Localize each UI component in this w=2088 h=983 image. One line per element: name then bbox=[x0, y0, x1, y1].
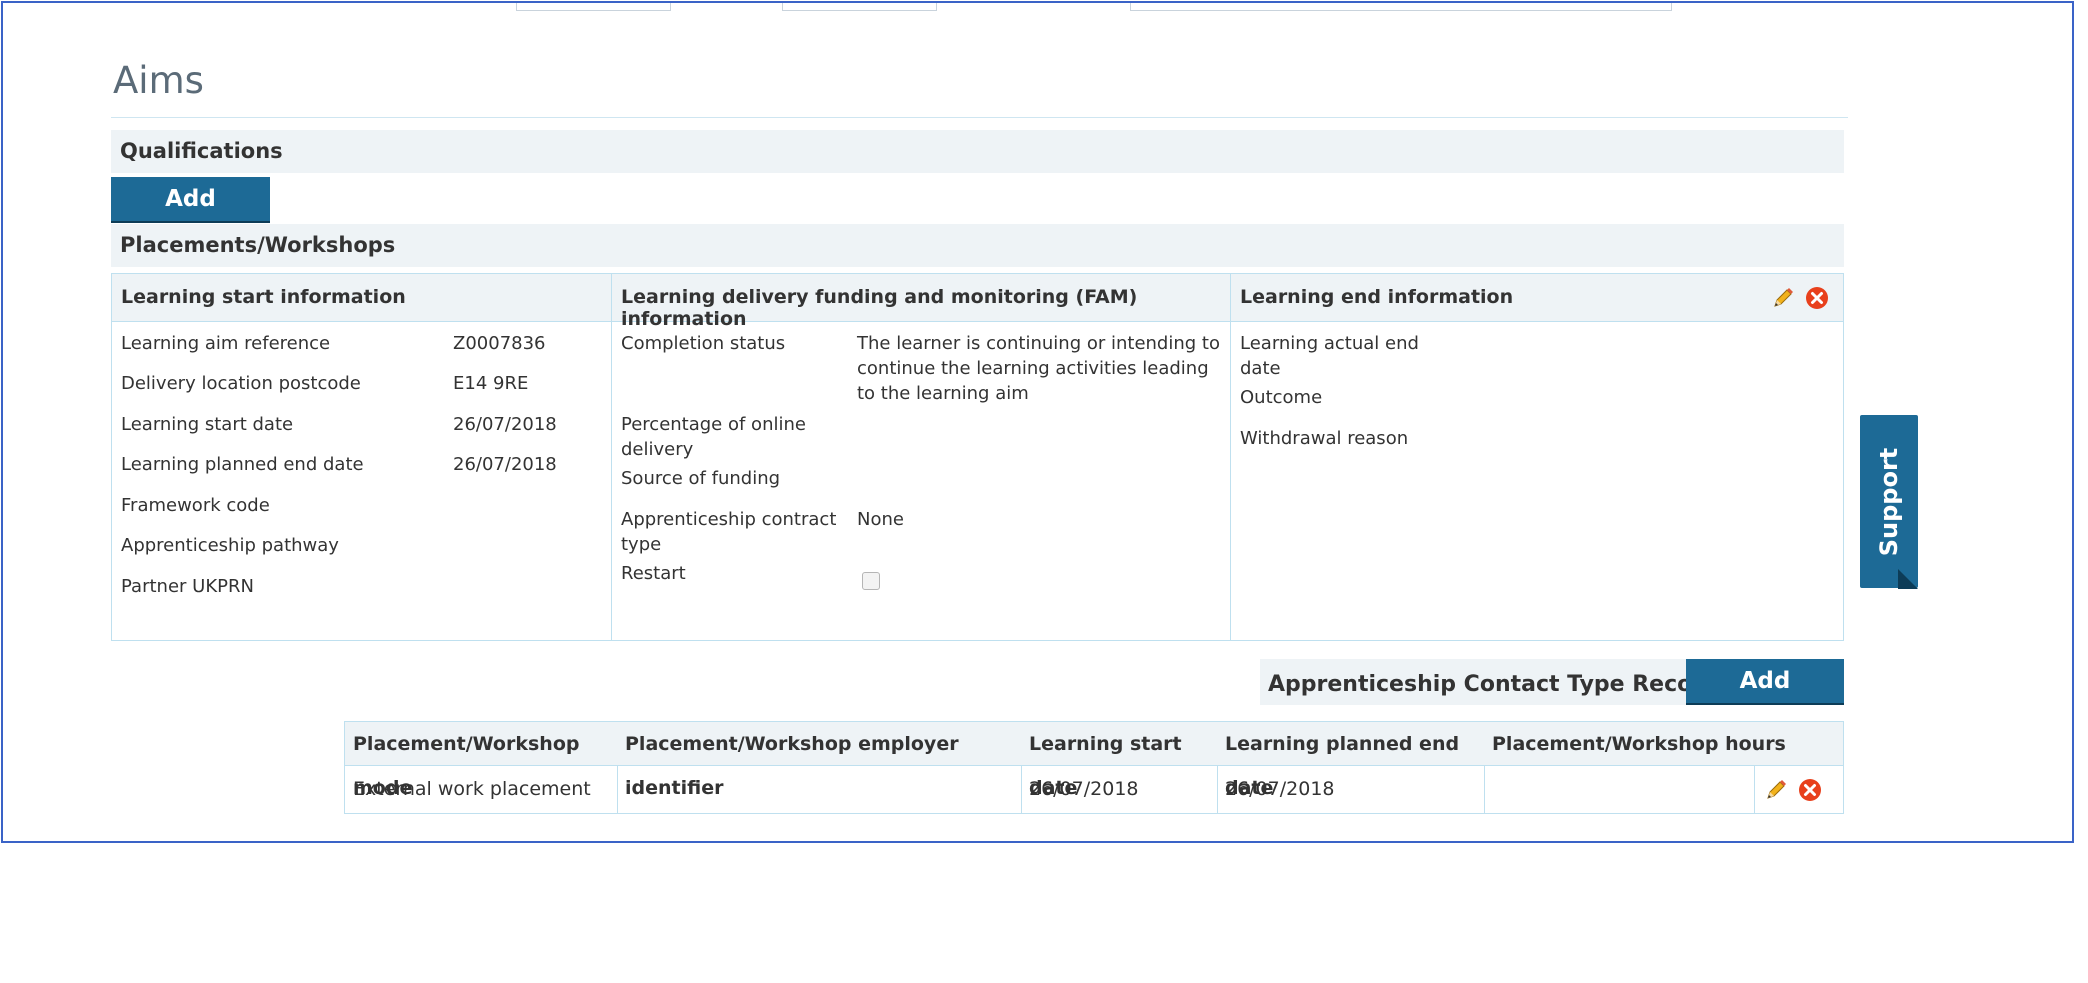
online-delivery-label-line2: delivery bbox=[621, 439, 694, 460]
table-cell-start-date: 26/07/2018 bbox=[1029, 778, 1139, 800]
learning-end-column: Learning end information Learning actual… bbox=[1231, 274, 1843, 640]
support-tab-fold bbox=[1898, 569, 1918, 589]
fam-column: Learning delivery funding and monitoring… bbox=[612, 274, 1230, 640]
planned-end-date-label: Learning planned end date bbox=[121, 454, 364, 475]
learning-aim-reference-value: Z0007836 bbox=[453, 333, 546, 354]
page-title: Aims bbox=[113, 59, 204, 102]
completion-status-label: Completion status bbox=[621, 333, 786, 354]
qualifications-heading: Qualifications bbox=[120, 139, 283, 163]
top-tab-stub[interactable] bbox=[516, 3, 671, 11]
placements-section-header: Placements/Workshops bbox=[111, 224, 1844, 267]
learning-start-heading: Learning start information bbox=[121, 286, 406, 308]
restart-label: Restart bbox=[621, 563, 686, 584]
learning-aim-reference-label: Learning aim reference bbox=[121, 333, 331, 354]
support-tab[interactable]: Support bbox=[1860, 415, 1918, 589]
outcome-label: Outcome bbox=[1240, 387, 1323, 408]
learning-end-heading: Learning end information bbox=[1240, 286, 1514, 308]
pencil-icon[interactable] bbox=[1771, 286, 1795, 310]
completion-status-value-line1: The learner is continuing or intending t… bbox=[857, 333, 1220, 354]
apprenticeship-pathway-label: Apprenticeship pathway bbox=[121, 535, 339, 556]
fam-heading: Learning delivery funding and monitoring… bbox=[621, 286, 1138, 330]
add-qualification-button[interactable]: Add bbox=[111, 177, 270, 223]
top-field-stub[interactable] bbox=[1130, 3, 1672, 11]
qualifications-section-header: Qualifications bbox=[111, 130, 1844, 173]
table-header-planned-end: Learning planned end date bbox=[1217, 722, 1484, 799]
aim-details-panel: Learning start information Learning aim … bbox=[111, 273, 1844, 641]
delivery-postcode-label: Delivery location postcode bbox=[121, 373, 361, 394]
table-cell-hours bbox=[1484, 766, 1754, 813]
delete-icon[interactable] bbox=[1805, 286, 1829, 310]
table-cell-planned-end: 26/07/2018 bbox=[1225, 778, 1335, 800]
learning-start-date-value: 26/07/2018 bbox=[453, 414, 557, 435]
delivery-postcode-value: E14 9RE bbox=[453, 373, 529, 394]
learning-start-column: Learning start information Learning aim … bbox=[112, 274, 611, 640]
learning-start-date-label: Learning start date bbox=[121, 414, 294, 435]
partner-ukprn-label: Partner UKPRN bbox=[121, 576, 254, 597]
top-tab-stub[interactable] bbox=[782, 3, 937, 11]
apprenticeship-contact-heading: Apprenticeship Contact Type Records bbox=[1268, 672, 1732, 697]
learning-end-header: Learning end information bbox=[1231, 274, 1843, 322]
completion-status-value-line3: to the learning aim bbox=[857, 383, 1029, 404]
table-header-hours: Placement/Workshop hours bbox=[1484, 722, 1843, 766]
planned-end-date-value: 26/07/2018 bbox=[453, 454, 557, 475]
fam-header: Learning delivery funding and monitoring… bbox=[612, 274, 1230, 330]
restart-checkbox[interactable] bbox=[862, 572, 880, 590]
placements-heading: Placements/Workshops bbox=[120, 233, 396, 257]
contract-type-label-line1: Apprenticeship contract bbox=[621, 509, 837, 530]
actual-end-date-label-line1: Learning actual end bbox=[1240, 333, 1419, 354]
learning-start-header: Learning start information bbox=[112, 274, 611, 322]
table-cell-mode: External work placement bbox=[353, 778, 591, 800]
online-delivery-label-line1: Percentage of online bbox=[621, 414, 806, 435]
title-divider bbox=[111, 117, 1848, 118]
window-frame: Aims Qualifications Add Placements/Works… bbox=[1, 1, 2074, 843]
table-header-mode: Placement/Workshop mode bbox=[345, 722, 617, 799]
pencil-icon[interactable] bbox=[1764, 778, 1788, 802]
actual-end-date-label-line2: date bbox=[1240, 358, 1281, 379]
contract-type-value: None bbox=[857, 509, 904, 530]
placements-table: Placement/Workshop mode Placement/Worksh… bbox=[344, 721, 1844, 814]
table-header-employer: Placement/Workshop employer identifier bbox=[617, 722, 1021, 799]
cell-divider bbox=[1754, 766, 1755, 813]
table-header-start-date: Learning start date bbox=[1021, 722, 1217, 799]
add-apprenticeship-contact-button[interactable]: Add bbox=[1686, 659, 1844, 705]
support-label: Support bbox=[1875, 447, 1903, 556]
withdrawal-reason-label: Withdrawal reason bbox=[1240, 428, 1409, 449]
delete-icon[interactable] bbox=[1798, 778, 1822, 802]
table-cell-employer bbox=[617, 766, 1021, 813]
framework-code-label: Framework code bbox=[121, 495, 270, 516]
source-of-funding-label: Source of funding bbox=[621, 468, 781, 489]
completion-status-value-line2: continue the learning activities leading bbox=[857, 358, 1209, 379]
contract-type-label-line2: type bbox=[621, 534, 662, 555]
